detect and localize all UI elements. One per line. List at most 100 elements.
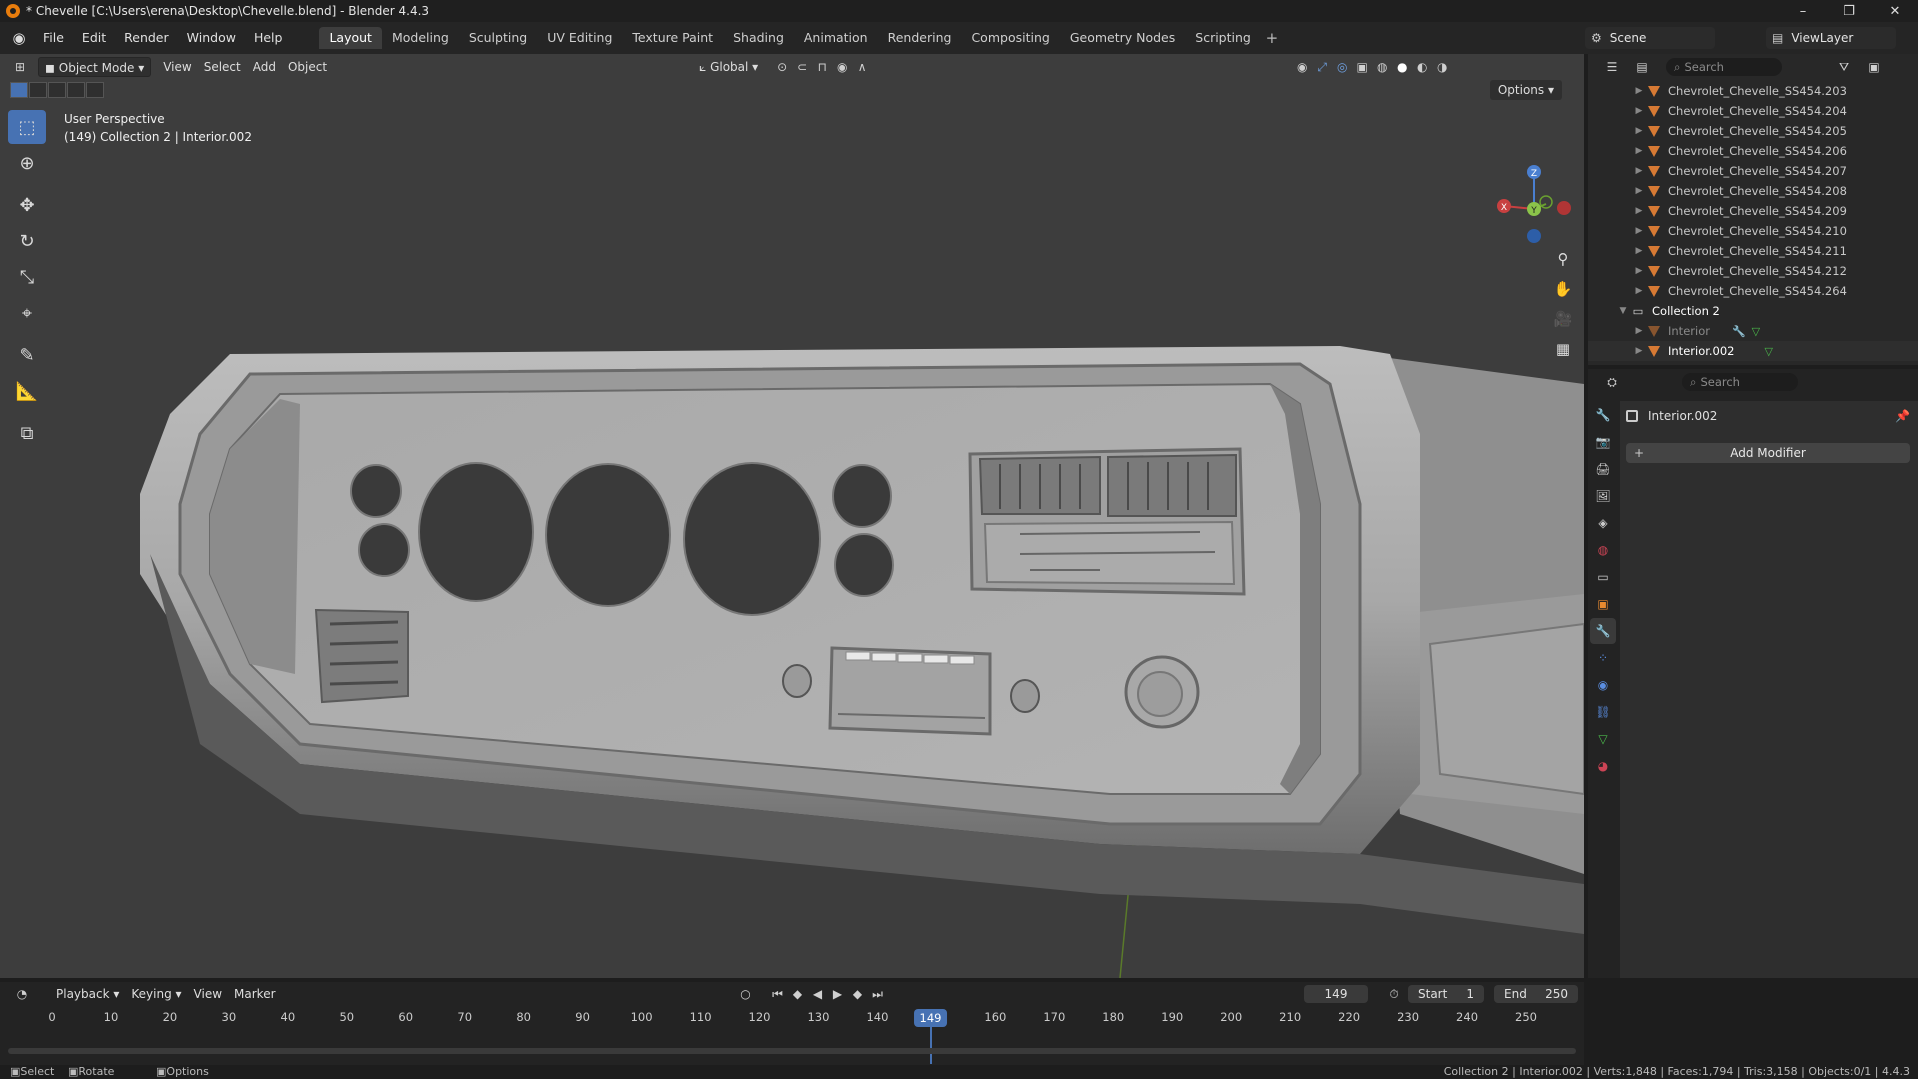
select-intersect-icon[interactable] <box>86 82 104 98</box>
output-tab-icon[interactable]: 🖨 <box>1590 456 1616 482</box>
tab-layout[interactable]: Layout <box>319 27 382 49</box>
outliner-item[interactable]: ▶Interior.002▽◉▣ <box>1588 341 1918 361</box>
outliner-collection-row[interactable]: ▼▭Collection 2☑◉▣ <box>1588 301 1918 321</box>
view-layer-tab-icon[interactable]: 🖼 <box>1590 483 1616 509</box>
rotate-tool-icon[interactable]: ↻ <box>8 224 46 258</box>
properties-editor-icon[interactable]: ⛭ <box>1602 372 1622 392</box>
proportional-edit-icon[interactable]: ◉ <box>832 57 852 77</box>
select-box-tool-icon[interactable]: ⬚ <box>8 110 46 144</box>
physics-tab-icon[interactable]: ◉ <box>1590 672 1616 698</box>
close-button[interactable]: ✕ <box>1872 0 1918 22</box>
mode-selector[interactable]: ◼ Object Mode ▾ <box>38 57 152 77</box>
camera-view-icon[interactable]: 🎥 <box>1548 304 1578 334</box>
prev-keyframe-icon[interactable]: ◆ <box>788 984 808 1004</box>
expand-arrow-icon[interactable]: ▶ <box>1632 246 1646 256</box>
xray-icon[interactable]: ▣ <box>1352 57 1372 77</box>
expand-arrow-icon[interactable]: ▶ <box>1632 286 1646 296</box>
blender-logo-icon[interactable]: ◉ <box>10 29 28 47</box>
outliner-item[interactable]: ▶Chevrolet_Chevelle_SS454.212◉▣ <box>1588 261 1918 281</box>
tab-compositing[interactable]: Compositing <box>961 27 1059 49</box>
move-tool-icon[interactable]: ✥ <box>8 188 46 222</box>
new-collection-icon[interactable]: ▣ <box>1864 57 1884 77</box>
world-tab-icon[interactable]: ◍ <box>1590 537 1616 563</box>
tab-animation[interactable]: Animation <box>794 27 878 49</box>
outliner-item[interactable]: ▶Chevrolet_Chevelle_SS454.205◉▣ <box>1588 121 1918 141</box>
tool-tab-icon[interactable]: 🔧 <box>1590 402 1616 428</box>
perspective-toggle-icon[interactable]: ▦ <box>1548 334 1578 364</box>
tab-modeling[interactable]: Modeling <box>382 27 459 49</box>
start-frame-field[interactable]: Start 1 <box>1408 985 1484 1003</box>
tab-shading[interactable]: Shading <box>723 27 794 49</box>
viewport-options-button[interactable]: Options ▾ <box>1489 80 1562 100</box>
end-frame-field[interactable]: End 250 <box>1494 985 1578 1003</box>
pin-icon[interactable]: 📌 <box>1895 409 1910 423</box>
3d-viewport[interactable]: ⊞ ◼ Object Mode ▾ View Select Add Object… <box>0 54 1584 978</box>
tab-texture-paint[interactable]: Texture Paint <box>622 27 723 49</box>
preview-range-icon[interactable]: ⏱ <box>1384 984 1404 1004</box>
outliner-item[interactable]: ▶Chevrolet_Chevelle_SS454.203◉▣ <box>1588 81 1918 101</box>
annotate-tool-icon[interactable]: ✎ <box>8 338 46 372</box>
display-mode-icon[interactable]: ▤ <box>1632 57 1652 77</box>
menu-help[interactable]: Help <box>245 27 292 49</box>
select-extend-icon[interactable] <box>29 82 47 98</box>
add-cube-tool-icon[interactable]: ⧉ <box>8 416 46 450</box>
expand-arrow-icon[interactable]: ▶ <box>1632 86 1646 96</box>
snap-target-icon[interactable]: ⊓ <box>812 57 832 77</box>
object-tab-icon[interactable]: ▣ <box>1590 591 1616 617</box>
outliner-item[interactable]: ▶Chevrolet_Chevelle_SS454.204◉▣ <box>1588 101 1918 121</box>
outliner-item[interactable]: ▶Interior🔧▽‿▣ <box>1588 321 1918 341</box>
add-workspace-button[interactable]: + <box>1261 29 1283 47</box>
play-icon[interactable]: ▶ <box>828 984 848 1004</box>
select-new-icon[interactable] <box>10 82 28 98</box>
menu-edit[interactable]: Edit <box>73 27 115 49</box>
current-frame-field[interactable]: 149 <box>1304 985 1368 1003</box>
material-shading-icon[interactable]: ◐ <box>1412 57 1432 77</box>
menu-timeline-view[interactable]: View <box>188 984 228 1004</box>
measure-tool-icon[interactable]: 📐 <box>8 374 46 408</box>
outliner-item[interactable]: ▶Chevrolet_Chevelle_SS454.206◉▣ <box>1588 141 1918 161</box>
outliner-item[interactable]: ▶Chevrolet_Chevelle_SS454.207◉▣ <box>1588 161 1918 181</box>
outliner-search-input[interactable]: ⌕ Search <box>1666 58 1782 76</box>
outliner-item[interactable]: ▶Chevrolet_Chevelle_SS454.209◉▣ <box>1588 201 1918 221</box>
jump-start-icon[interactable]: ⏮ <box>768 984 788 1004</box>
auto-keying-icon[interactable]: ○ <box>736 984 756 1004</box>
editor-type-icon[interactable]: ⊞ <box>10 57 30 77</box>
expand-arrow-icon[interactable]: ▶ <box>1632 326 1646 336</box>
expand-arrow-icon[interactable]: ▶ <box>1632 186 1646 196</box>
timeline-editor-icon[interactable]: ◔ <box>12 984 32 1004</box>
current-frame-indicator[interactable]: 149 <box>913 1009 948 1027</box>
expand-arrow-icon[interactable]: ▶ <box>1632 126 1646 136</box>
outliner-item[interactable]: ▶Chevrolet_Chevelle_SS454.208◉▣ <box>1588 181 1918 201</box>
transform-orientation-selector[interactable]: ⟀ Global ▾ <box>693 57 764 77</box>
expand-arrow-icon[interactable]: ▶ <box>1632 226 1646 236</box>
particles-tab-icon[interactable]: ⁘ <box>1590 645 1616 671</box>
render-tab-icon[interactable]: 📷 <box>1590 429 1616 455</box>
collection-tab-icon[interactable]: ▭ <box>1590 564 1616 590</box>
timeline-ruler[interactable]: 0 10 20 30 40 50 60 70 80 90 100 110 120 130 140 160 170… <box>0 1009 1584 1064</box>
outliner-item[interactable]: ▶Chevrolet_Chevelle_SS454.211◉▣ <box>1588 241 1918 261</box>
properties-search-input[interactable]: ⌕ Search <box>1682 373 1798 391</box>
constraints-tab-icon[interactable]: ⛓ <box>1590 699 1616 725</box>
menu-playback[interactable]: Playback ▾ <box>50 984 125 1004</box>
pan-hand-icon[interactable]: ✋ <box>1548 274 1578 304</box>
play-reverse-icon[interactable]: ◀ <box>808 984 828 1004</box>
tab-sculpting[interactable]: Sculpting <box>459 27 537 49</box>
data-tab-icon[interactable]: ▽ <box>1590 726 1616 752</box>
menu-select[interactable]: Select <box>198 57 247 77</box>
falloff-icon[interactable]: ∧ <box>852 57 872 77</box>
scale-tool-icon[interactable]: ⤡ <box>8 260 46 294</box>
filter-icon[interactable]: ⛛ <box>1834 57 1854 77</box>
view-layer-selector[interactable]: ▤ ViewLayer <box>1766 27 1896 49</box>
menu-marker[interactable]: Marker <box>228 984 281 1004</box>
expand-arrow-icon[interactable]: ▶ <box>1632 146 1646 156</box>
select-invert-icon[interactable] <box>67 82 85 98</box>
transform-tool-icon[interactable]: ⌖ <box>8 296 46 330</box>
outliner-item[interactable]: ▶Chevrolet_Chevelle_SS454.264◉▣ <box>1588 281 1918 301</box>
expand-arrow-icon[interactable]: ▶ <box>1632 166 1646 176</box>
tab-uv-editing[interactable]: UV Editing <box>537 27 622 49</box>
navigation-gizmo[interactable]: Z X Y <box>1494 164 1574 244</box>
menu-object[interactable]: Object <box>282 57 333 77</box>
menu-render[interactable]: Render <box>115 27 178 49</box>
menu-file[interactable]: File <box>34 27 73 49</box>
collapse-arrow-icon[interactable]: ▼ <box>1616 306 1630 316</box>
